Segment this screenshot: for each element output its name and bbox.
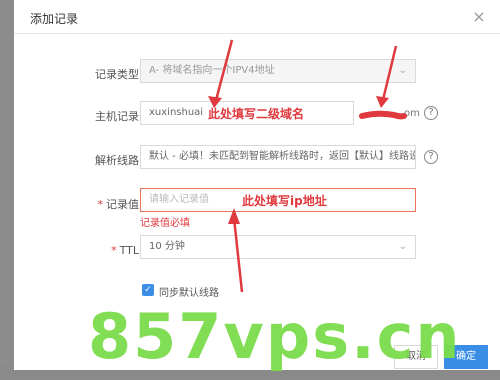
backdrop-left-strip	[0, 0, 14, 380]
required-mark: *	[97, 198, 104, 211]
record-type-value: A- 将域名指向一个IPV4地址	[149, 65, 275, 76]
dialog-header: 添加记录 ×	[14, 0, 500, 34]
close-icon[interactable]: ×	[470, 8, 488, 26]
domain-suffix: om	[404, 108, 420, 119]
ttl-value: 10 分钟	[149, 241, 185, 252]
sync-default-line-label: 同步默认线路	[159, 288, 219, 299]
host-record-label: 主机记录：	[95, 110, 150, 123]
ttl-label: * TTL：	[0, 242, 150, 258]
watermark: 857vps.cn	[88, 300, 462, 373]
record-type-select[interactable]: A- 将域名指向一个IPV4地址 ⌄	[140, 59, 416, 83]
host-annotation: 此处填写二级域名	[208, 107, 305, 121]
record-type-label: 记录类型：	[95, 68, 150, 81]
line-select[interactable]: 默认 - 必填！未匹配到智能解析线路时，返回【默认】线路设...	[140, 145, 416, 169]
record-value-error: 记录值必填	[140, 218, 190, 229]
chevron-down-icon: ⌄	[398, 65, 407, 76]
required-mark: *	[111, 244, 117, 257]
host-record-value: xuxinshuai	[149, 107, 204, 118]
dialog-title: 添加记录	[30, 12, 79, 26]
record-value-placeholder: 请输入记录值	[149, 194, 209, 205]
chevron-down-icon: ⌄	[398, 241, 407, 252]
record-value-label: * 记录值：	[0, 196, 151, 212]
ttl-select[interactable]: 10 分钟 ⌄	[140, 235, 416, 259]
line-value: 默认 - 必填！未匹配到智能解析线路时，返回【默认】线路设...	[149, 151, 416, 162]
value-annotation: 此处填写ip地址	[242, 194, 327, 208]
line-label: 解析线路：	[95, 154, 150, 167]
line-help-icon[interactable]: ?	[424, 150, 438, 164]
sync-default-line-checkbox[interactable]: ✓	[142, 284, 154, 296]
host-help-icon[interactable]: ?	[424, 106, 438, 120]
